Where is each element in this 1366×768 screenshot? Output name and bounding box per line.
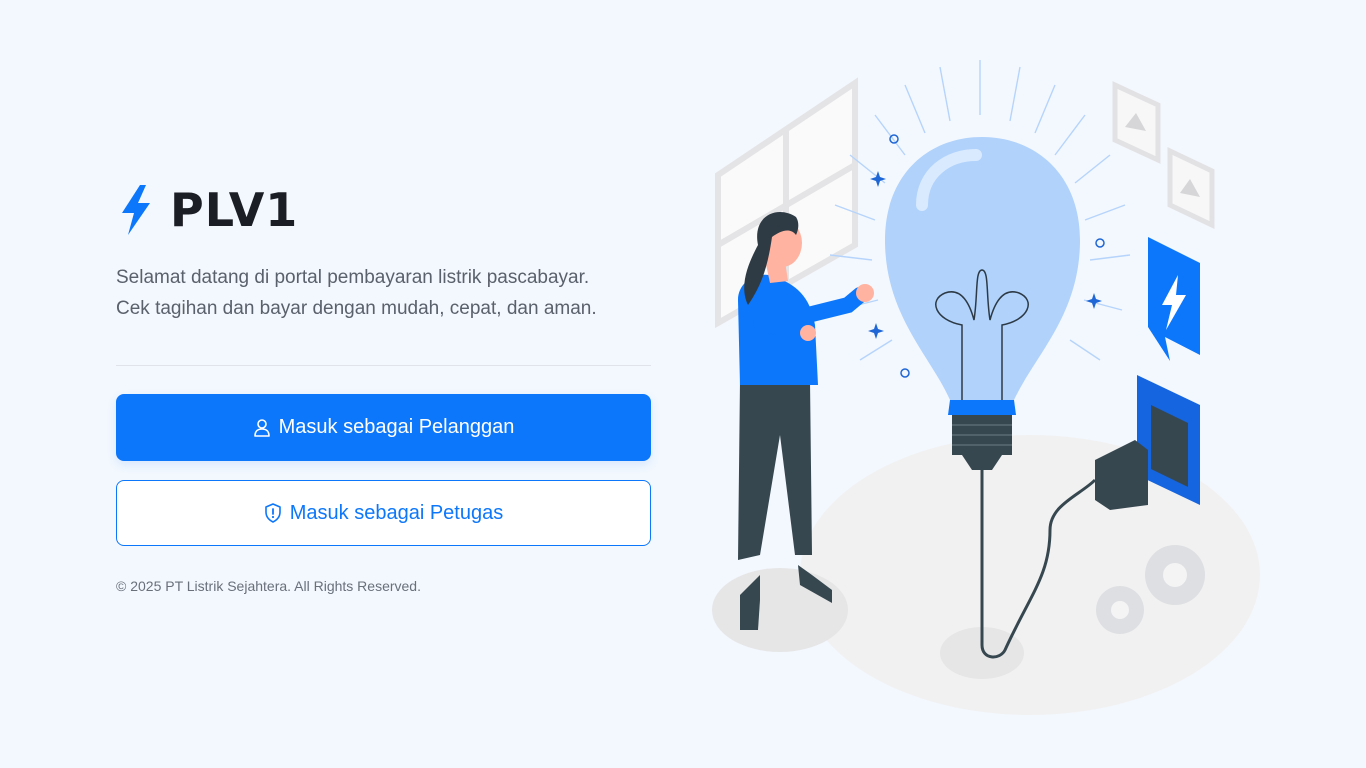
brand-name: PLV1 bbox=[170, 183, 299, 237]
login-customer-button[interactable]: Masuk sebagai Pelanggan bbox=[116, 394, 651, 461]
copyright-text: © 2025 PT Listrik Sejahtera. All Rights … bbox=[116, 578, 421, 594]
lightning-bolt-icon bbox=[116, 183, 156, 237]
user-icon bbox=[253, 418, 271, 438]
shield-icon bbox=[264, 503, 282, 523]
divider bbox=[116, 365, 651, 366]
welcome-panel: PLV1 Selamat datang di portal pembayaran… bbox=[116, 180, 651, 594]
woman-with-light-bulb-illustration bbox=[700, 55, 1260, 725]
tagline: Selamat datang di portal pembayaran list… bbox=[116, 262, 651, 324]
login-staff-label: Masuk sebagai Petugas bbox=[289, 501, 504, 524]
tagline-line-1: Selamat datang di portal pembayaran list… bbox=[116, 267, 590, 288]
tagline-line-2: Cek tagihan dan bayar dengan mudah, cepa… bbox=[116, 298, 597, 319]
login-landing-page: PLV1 Selamat datang di portal pembayaran… bbox=[0, 0, 1366, 768]
login-staff-button[interactable]: Masuk sebagai Petugas bbox=[116, 480, 651, 546]
brand: PLV1 bbox=[116, 180, 651, 240]
login-customer-label: Masuk sebagai Pelanggan bbox=[278, 416, 515, 438]
